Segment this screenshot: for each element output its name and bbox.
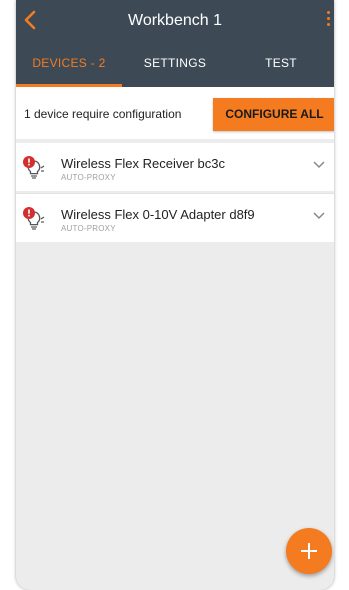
device-name: Wireless Flex Receiver bc3c — [61, 156, 225, 171]
configuration-banner: 1 device require configuration CONFIGURE… — [16, 87, 334, 139]
configuration-message: 1 device require configuration — [24, 107, 182, 121]
tab-bar: DEVICES - 2 SETTINGS TEST — [16, 44, 334, 87]
plus-icon — [301, 543, 317, 559]
bulb-alert-icon — [23, 207, 45, 230]
tab-test[interactable]: TEST — [228, 44, 334, 87]
device-subtitle: AUTO-PROXY — [61, 224, 116, 233]
tab-settings[interactable]: SETTINGS — [122, 44, 228, 87]
chevron-down-icon[interactable] — [313, 212, 325, 220]
tab-devices[interactable]: DEVICES - 2 — [16, 44, 122, 87]
add-device-button[interactable] — [286, 528, 332, 574]
device-subtitle: AUTO-PROXY — [61, 173, 116, 182]
configure-all-button[interactable]: CONFIGURE ALL — [213, 98, 334, 131]
chevron-down-icon[interactable] — [313, 161, 325, 169]
app-bar: Workbench 1 DEVICES - 2 SETTINGS TEST — [16, 0, 334, 87]
bulb-alert-icon — [23, 156, 45, 179]
back-icon[interactable] — [22, 9, 38, 31]
device-list-item[interactable]: Wireless Flex Receiver bc3c AUTO-PROXY — [16, 143, 334, 191]
page-title: Workbench 1 — [128, 12, 222, 29]
device-name: Wireless Flex 0-10V Adapter d8f9 — [61, 207, 255, 222]
phone-screen: Workbench 1 DEVICES - 2 SETTINGS TEST 1 … — [16, 0, 334, 590]
device-list-item[interactable]: Wireless Flex 0-10V Adapter d8f9 AUTO-PR… — [16, 193, 334, 242]
more-vert-icon[interactable] — [322, 8, 334, 32]
